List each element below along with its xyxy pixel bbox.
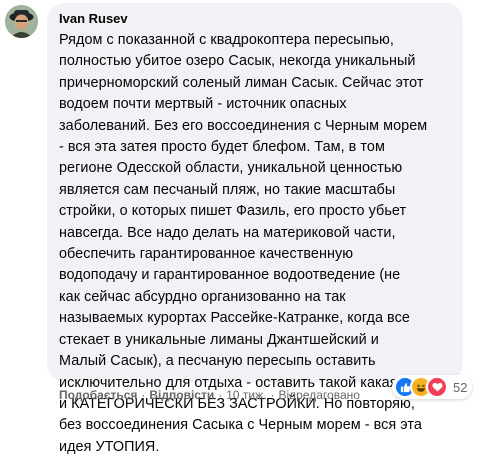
comment-line: - вся эта затея просто будет блефом. Там… xyxy=(59,139,385,156)
separator-dot: · xyxy=(270,388,275,402)
edited-label: Відредаговано xyxy=(278,388,360,402)
comment-line: как сейчас абсурдно организованно на так xyxy=(59,288,346,305)
comment-line: идея УТОПИЯ. xyxy=(59,438,160,455)
comment-line: обеспечить гарантированное качественную xyxy=(59,246,354,263)
reactions-summary[interactable]: 52 xyxy=(392,375,473,399)
comment-bubble: Ivan Rusev Рядом с показанной с квадроко… xyxy=(47,3,463,455)
avatar-image xyxy=(5,5,38,38)
avatar[interactable] xyxy=(5,5,38,38)
like-action-link[interactable]: Подобається xyxy=(59,388,137,402)
separator-dot: · xyxy=(218,388,223,402)
comment-line: водоподачу и гарантированное водоотведен… xyxy=(59,267,401,284)
comment-timestamp[interactable]: 10 тиж. xyxy=(226,388,266,402)
comment-line: называемых курортах Рассейке-Катранке, к… xyxy=(59,310,410,327)
comment-line: Малый Сасык), а песчаную пересыпь остави… xyxy=(59,353,376,370)
reaction-count: 52 xyxy=(453,379,468,395)
love-icon xyxy=(426,376,448,398)
comment-line: водоем почти мертвый - источник опасных xyxy=(59,96,347,113)
comment-line: причерноморский соленый лиман Сасык. Сей… xyxy=(59,74,424,91)
comment-line: заболеваний. Без его воссоединения с Чер… xyxy=(59,117,428,134)
comment-line: без воссоединения Сасыка с Черным морем … xyxy=(59,417,422,434)
separator-dot: · xyxy=(141,388,146,402)
comment-author[interactable]: Ivan Rusev xyxy=(59,11,128,27)
comment-line: является сам песчаный пляж, но такие мас… xyxy=(59,181,396,198)
comment-line: регионе Одесской области, уникальной цен… xyxy=(59,160,403,177)
comment-actions: Подобається · Відповісти · 10 тиж. · Від… xyxy=(59,386,360,404)
comment-line: стройки, о которых пишет Фазиль, его про… xyxy=(59,203,407,220)
reply-action-link[interactable]: Відповісти xyxy=(149,388,214,402)
comment-line: стекает в уникальные лиманы Джантшейский… xyxy=(59,331,379,348)
comment-line: полностью убитое озеро Сасык, некогда ун… xyxy=(59,53,416,70)
comment-line: Рядом с показанной с квадрокоптера перес… xyxy=(59,32,394,48)
comment-line: навсегда. Все надо делать на материковой… xyxy=(59,224,396,241)
